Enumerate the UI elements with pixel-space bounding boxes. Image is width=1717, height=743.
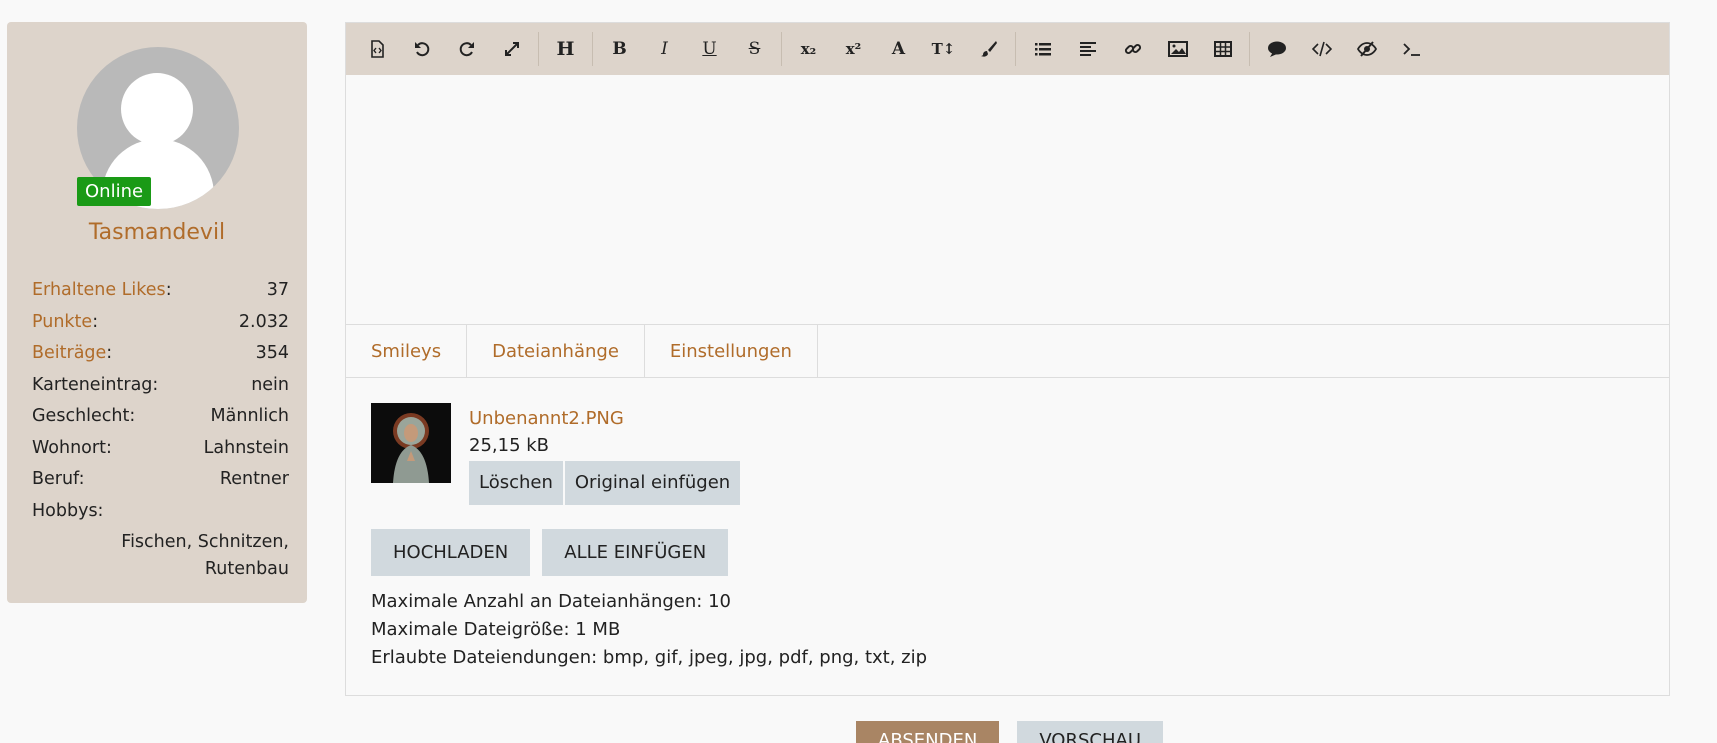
italic-button[interactable]: I: [642, 23, 687, 75]
editor-toolbar: H B I U S x₂ x² A T↕: [346, 23, 1669, 75]
paint-brush-icon[interactable]: [966, 23, 1011, 75]
editor-tabs: Smileys Dateianhänge Einstellungen: [346, 325, 1669, 378]
underline-button[interactable]: U: [687, 23, 732, 75]
toolbar-divider: [1015, 32, 1016, 66]
max-filesize-text: Maximale Dateigröße: 1 MB: [371, 619, 621, 640]
toolbar-divider: [1249, 32, 1250, 66]
stat-row-location: Wohnort: Lahnstein: [32, 433, 289, 465]
delete-attachment-button[interactable]: Löschen: [469, 461, 563, 505]
tab-settings[interactable]: Einstellungen: [645, 325, 818, 378]
avatar-head-shape: [121, 73, 193, 145]
stat-row-posts: Beiträge: 354: [32, 338, 289, 370]
bold-button[interactable]: B: [597, 23, 642, 75]
toolbar-divider: [538, 32, 539, 66]
stat-row-occupation: Beruf: Rentner: [32, 464, 289, 496]
editor-text-area[interactable]: [346, 75, 1669, 325]
stat-label-gender: Geschlecht: [32, 406, 130, 426]
attachment-thumbnail[interactable]: [371, 403, 451, 483]
stat-label-map-entry: Karteneintrag: [32, 374, 153, 395]
attachment-filename-link[interactable]: Unbenannt2.PNG: [469, 408, 624, 429]
toolbar-divider: [592, 32, 593, 66]
link-icon[interactable]: [1110, 23, 1155, 75]
stat-value-occupation: Rentner: [219, 469, 289, 489]
source-code-icon[interactable]: [354, 23, 399, 75]
stat-label-points-link[interactable]: Punkte: [32, 312, 92, 332]
redo-icon[interactable]: [444, 23, 489, 75]
undo-icon[interactable]: [399, 23, 444, 75]
allowed-extensions-text: Erlaubte Dateiendungen: bmp, gif, jpeg, …: [371, 647, 928, 668]
stat-label-location: Wohnort: [32, 437, 106, 458]
list-icon[interactable]: [1020, 23, 1065, 75]
stat-label-occupation: Beruf: [32, 469, 79, 489]
stat-value-posts: 354: [255, 343, 289, 363]
submit-button[interactable]: ABSENDEN: [856, 721, 1000, 743]
upload-actions: HOCHLADEN ALLE EINFÜGEN: [371, 529, 729, 576]
stat-label-hobbies: Hobbys:: [32, 500, 104, 521]
user-profile-sidebar: Online Tasmandevil Erhaltene Likes: 37 P…: [7, 22, 307, 603]
stat-row-gender: Geschlecht: Männlich: [32, 401, 289, 433]
toolbar-divider: [781, 32, 782, 66]
attachment-filesize: 25,15 kB: [469, 435, 550, 456]
insert-all-button[interactable]: ALLE EINFÜGEN: [542, 529, 729, 576]
terminal-icon[interactable]: [1389, 23, 1434, 75]
stat-value-hobbies: Fischen, Schnitzen, Rutenbau: [32, 529, 289, 583]
subscript-button[interactable]: x₂: [786, 23, 831, 75]
stat-value-map-entry: nein: [251, 374, 289, 395]
spoiler-eye-slash-icon[interactable]: [1344, 23, 1389, 75]
strikethrough-button[interactable]: S: [732, 23, 777, 75]
image-icon[interactable]: [1155, 23, 1200, 75]
heading-button[interactable]: H: [543, 23, 588, 75]
online-status-badge: Online: [77, 177, 152, 206]
stat-row-hobbies: Hobbys:: [32, 496, 289, 528]
code-icon[interactable]: [1299, 23, 1344, 75]
font-size-button[interactable]: T↕: [921, 23, 966, 75]
stat-value-location: Lahnstein: [203, 437, 289, 458]
upload-button[interactable]: HOCHLADEN: [371, 529, 531, 576]
attachment-limits-info: Maximale Anzahl an Dateianhängen: 10 Max…: [371, 588, 927, 672]
superscript-button[interactable]: x²: [831, 23, 876, 75]
insert-original-button[interactable]: Original einfügen: [564, 461, 741, 505]
stat-value-gender: Männlich: [210, 406, 289, 426]
hobbies-line-1: Fischen, Schnitzen,: [121, 532, 289, 552]
username-link[interactable]: Tasmandevil: [7, 220, 307, 245]
quote-comment-icon[interactable]: [1254, 23, 1299, 75]
font-family-button[interactable]: A: [876, 23, 921, 75]
stat-row-likes: Erhaltene Likes: 37: [32, 275, 289, 307]
stat-row-points: Punkte: 2.032: [32, 307, 289, 339]
message-editor: H B I U S x₂ x² A T↕ Smileys Dateianhäng…: [345, 22, 1670, 696]
preview-button[interactable]: VORSCHAU: [1017, 721, 1164, 743]
max-attachments-text: Maximale Anzahl an Dateianhängen: 10: [371, 591, 731, 612]
stat-value-likes: 37: [266, 280, 289, 300]
align-left-icon[interactable]: [1065, 23, 1110, 75]
stat-row-map-entry: Karteneintrag: nein: [32, 370, 289, 402]
user-stats: Erhaltene Likes: 37 Punkte: 2.032 Beiträ…: [32, 275, 289, 583]
fullscreen-icon[interactable]: [489, 23, 534, 75]
attachment-actions: Löschen Original einfügen: [469, 461, 741, 505]
tab-smileys[interactable]: Smileys: [346, 325, 468, 378]
tab-attachments[interactable]: Dateianhänge: [467, 325, 645, 378]
stat-value-points: 2.032: [238, 311, 289, 332]
form-actions: ABSENDEN VORSCHAU: [856, 721, 1164, 743]
table-icon[interactable]: [1200, 23, 1245, 75]
stat-label-posts-link[interactable]: Beiträge: [32, 343, 106, 363]
hobbies-line-2: Rutenbau: [204, 559, 289, 579]
stat-label-likes-link[interactable]: Erhaltene Likes: [32, 280, 166, 300]
